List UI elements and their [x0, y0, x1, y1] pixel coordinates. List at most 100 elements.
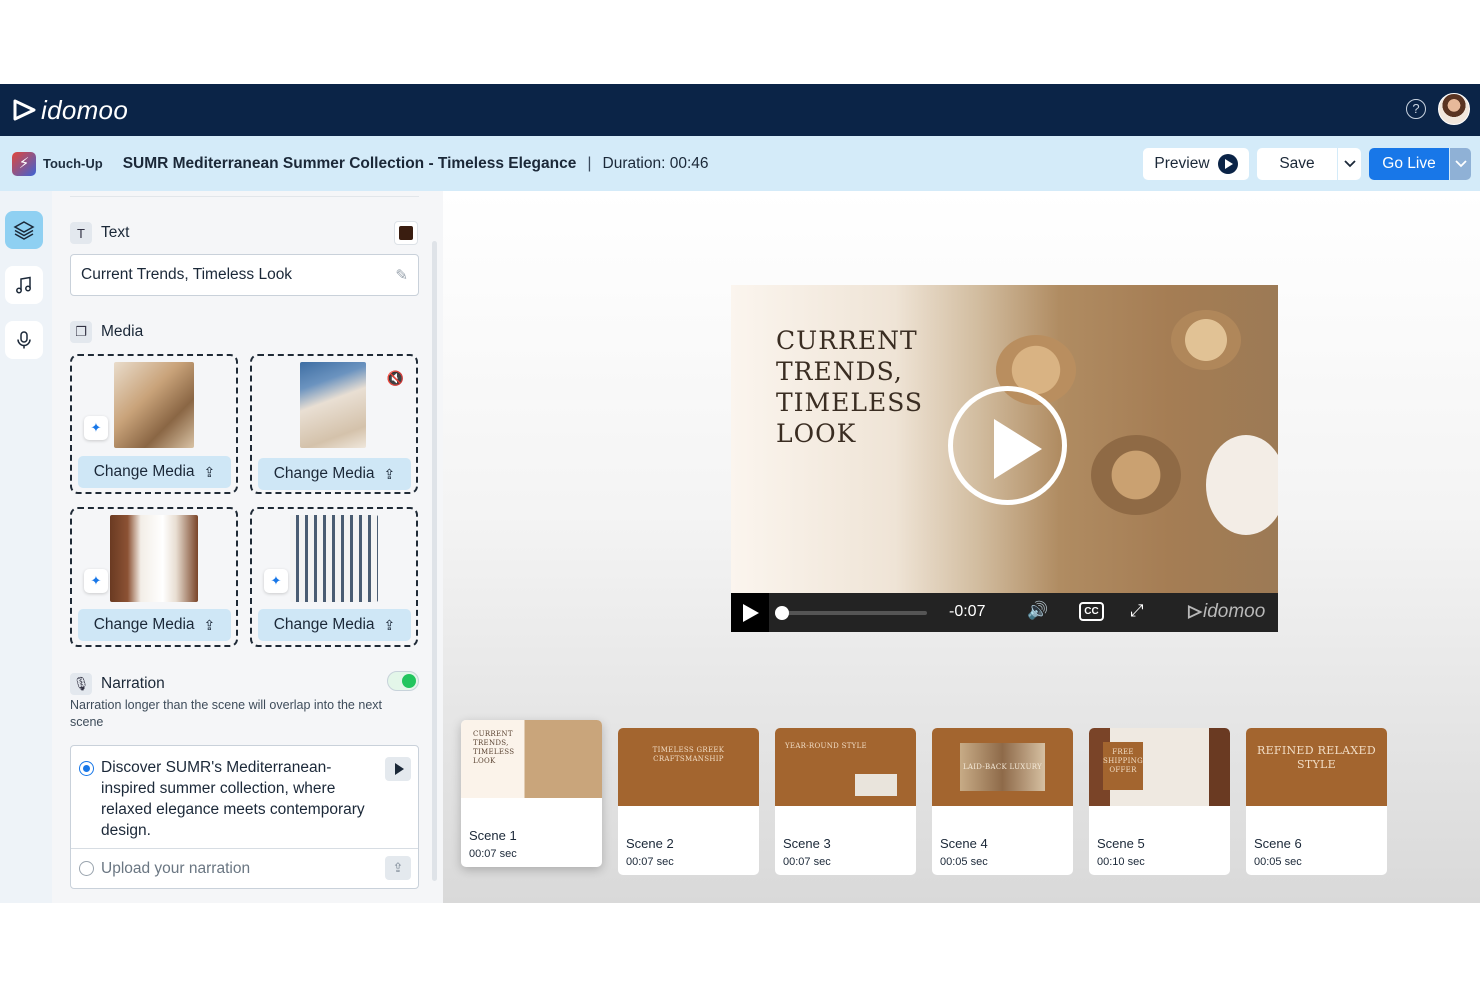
- media-icon: ❐: [70, 321, 92, 343]
- mode-label: Touch-Up: [43, 156, 103, 171]
- change-media-button[interactable]: Change Media ⇪: [258, 609, 411, 641]
- mute-icon[interactable]: 🔇: [387, 370, 404, 387]
- narration-section-header: 🎙 Narration: [70, 673, 165, 695]
- player-controls: -0:07 🔊 CC ⤢ idomoo: [731, 593, 1278, 632]
- scene-thumbnail: TIMELESS GREEK CRAFTSMANSHIP: [618, 728, 759, 806]
- voice-tab[interactable]: [5, 321, 43, 359]
- big-play-button[interactable]: [948, 386, 1067, 505]
- scene-card-2[interactable]: TIMELESS GREEK CRAFTSMANSHIP Scene 2 00:…: [618, 728, 759, 875]
- help-icon[interactable]: ?: [1406, 99, 1426, 119]
- scene-card-4[interactable]: LAID-BACK LUXURY Scene 4 00:05 sec: [932, 728, 1073, 875]
- title-line: CURRENT: [776, 326, 918, 355]
- save-label: Save: [1279, 155, 1315, 172]
- project-title: SUMR Mediterranean Summer Collection - T…: [122, 154, 577, 172]
- scene-photo: [855, 774, 897, 796]
- scene-name: Scene 6: [1254, 836, 1302, 851]
- scene-card-6[interactable]: REFINED RELAXED STYLE Scene 6 00:05 sec: [1246, 728, 1387, 875]
- scene-thumbnail: CURRENT TRENDS, TIMELESS LOOK: [461, 720, 602, 798]
- change-media-button[interactable]: Change Media ⇪: [78, 609, 231, 641]
- narration-options: Discover SUMR's Mediterranean-inspired s…: [70, 745, 419, 889]
- text-section-title: Text: [101, 224, 130, 241]
- scene-caption: YEAR-ROUND STYLE: [785, 742, 916, 751]
- upload-narration-label[interactable]: Upload your narration: [101, 860, 250, 878]
- scene-text-field[interactable]: Current Trends, Timeless Look ✎: [70, 254, 419, 296]
- text-color-swatch[interactable]: [394, 221, 418, 245]
- caption-line: CRAFTSMANSHIP: [653, 755, 724, 763]
- caption-line: LOOK: [473, 757, 496, 765]
- change-media-label: Change Media: [93, 463, 195, 480]
- panel-scrollbar[interactable]: [432, 241, 437, 881]
- captions-icon[interactable]: CC: [1079, 602, 1104, 621]
- narration-title: Narration: [101, 675, 165, 692]
- title-line: TIMELESS: [776, 388, 924, 417]
- scene-card-5[interactable]: FREE SHIPPING OFFER Scene 5 00:10 sec: [1089, 728, 1230, 875]
- change-media-button[interactable]: Change Media ⇪: [78, 456, 231, 488]
- user-avatar[interactable]: [1438, 93, 1470, 125]
- change-media-label: Change Media: [273, 616, 375, 633]
- scene-caption: REFINED RELAXED STYLE: [1246, 744, 1387, 772]
- scene-caption: CURRENT TRENDS, TIMELESS LOOK: [473, 730, 523, 766]
- media-thumbnail[interactable]: [300, 362, 366, 448]
- go-live-dropdown-button[interactable]: [1450, 148, 1471, 180]
- brand-bar: idomoo ?: [0, 84, 1480, 136]
- narration-toggle[interactable]: [387, 671, 419, 691]
- left-rail: [0, 191, 52, 903]
- progress-knob[interactable]: [774, 606, 789, 620]
- narration-divider: [71, 848, 418, 849]
- video-player[interactable]: CURRENT TRENDS, TIMELESS LOOK -0:07 🔊 CC…: [731, 285, 1278, 632]
- narration-note: Narration longer than the scene will ove…: [70, 698, 382, 729]
- sparkle-icon[interactable]: ✦: [84, 416, 108, 440]
- media-tile-1: ✦ Change Media ⇪: [70, 354, 238, 494]
- hat-image: [1206, 435, 1278, 535]
- change-media-button[interactable]: Change Media ⇪: [258, 458, 411, 490]
- go-live-button[interactable]: Go Live: [1369, 148, 1449, 180]
- preview-canvas: CURRENT TRENDS, TIMELESS LOOK -0:07 🔊 CC…: [443, 191, 1480, 903]
- save-dropdown-button[interactable]: [1338, 148, 1361, 180]
- scene-thumbnail: REFINED RELAXED STYLE: [1246, 728, 1387, 806]
- media-thumbnail[interactable]: [114, 362, 194, 448]
- media-thumbnail[interactable]: [110, 515, 198, 602]
- text-type-icon: T: [70, 222, 92, 244]
- scene-card-3[interactable]: YEAR-ROUND STYLE Scene 3 00:07 sec: [775, 728, 916, 875]
- fullscreen-icon[interactable]: ⤢: [1130, 601, 1144, 621]
- caption-line: REFINED RELAXED: [1256, 744, 1376, 757]
- media-thumbnail[interactable]: [290, 515, 378, 602]
- text-section-header: T Text: [70, 222, 129, 244]
- logo-play-icon: [13, 99, 36, 121]
- upload-icon: ⇪: [383, 616, 396, 633]
- media-tile-2: 🔇 Change Media ⇪: [250, 354, 418, 494]
- sparkle-icon[interactable]: ✦: [84, 569, 108, 593]
- pencil-icon[interactable]: ✎: [395, 266, 408, 284]
- save-button[interactable]: Save: [1257, 148, 1337, 180]
- scene-name: Scene 1: [469, 828, 517, 843]
- chevron-down-icon: [1343, 160, 1356, 168]
- sparkle-icon[interactable]: ✦: [264, 569, 288, 593]
- scene-text-value: Current Trends, Timeless Look: [81, 266, 293, 283]
- watermark-logo: idomoo: [1187, 601, 1265, 623]
- volume-icon[interactable]: 🔊: [1027, 601, 1048, 621]
- script-radio[interactable]: [79, 761, 94, 776]
- scene-caption: FREE SHIPPING OFFER: [1103, 748, 1143, 775]
- caption-line: TIMELESS GREEK: [652, 746, 725, 754]
- music-tab[interactable]: [5, 266, 43, 304]
- narration-script[interactable]: Discover SUMR's Mediterranean-inspired s…: [101, 757, 371, 841]
- lightning-icon: ⚡: [12, 151, 36, 176]
- video-title-text: CURRENT TRENDS, TIMELESS LOOK: [776, 325, 923, 449]
- progress-bar[interactable]: [779, 611, 927, 615]
- upload-icon[interactable]: ⇪: [385, 856, 411, 880]
- microphone-icon: 🎙: [70, 673, 92, 695]
- preview-button[interactable]: Preview: [1143, 148, 1249, 180]
- layers-tab[interactable]: [5, 211, 43, 249]
- play-narration-button[interactable]: [385, 757, 411, 781]
- upload-radio[interactable]: [79, 861, 94, 876]
- scene-card-1[interactable]: CURRENT TRENDS, TIMELESS LOOK Scene 1 00…: [461, 720, 602, 867]
- media-section-title: Media: [101, 323, 144, 340]
- play-button[interactable]: [731, 593, 769, 632]
- scene-thumbnail: FREE SHIPPING OFFER: [1089, 728, 1230, 806]
- idomoo-logo[interactable]: idomoo: [12, 95, 128, 126]
- caption-line: SHIPPING: [1103, 757, 1143, 765]
- music-note-icon: [16, 276, 31, 294]
- play-circle-icon: [1217, 154, 1238, 174]
- logo-play-icon: [1187, 605, 1203, 619]
- go-live-label: Go Live: [1382, 155, 1436, 172]
